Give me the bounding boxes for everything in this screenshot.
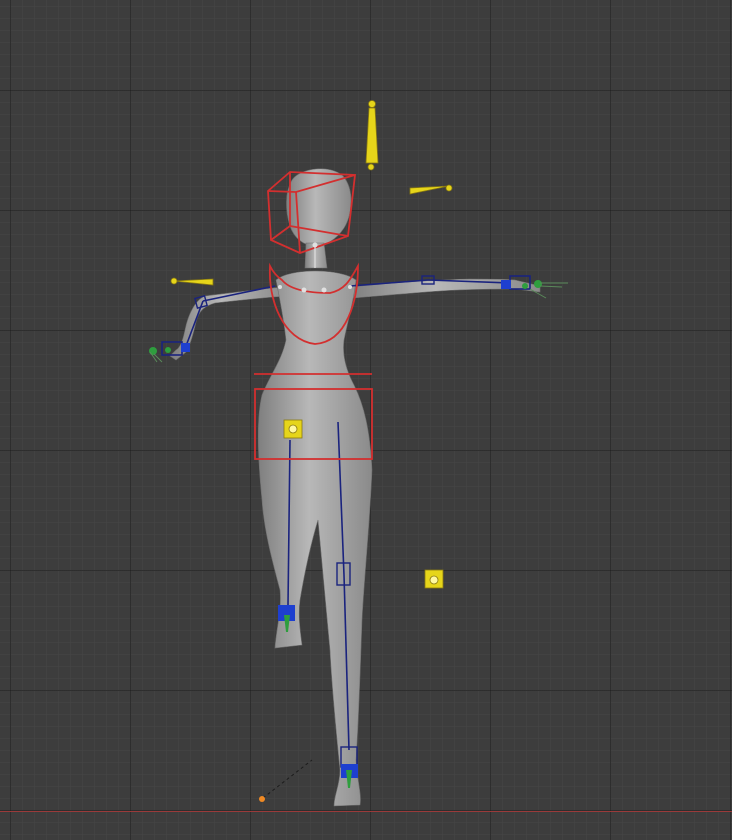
knee-target-left[interactable] [283,419,303,439]
pole-target-right-arm[interactable] [409,184,453,195]
finger-left-control-2[interactable] [165,347,171,353]
finger-left-control[interactable] [149,347,157,355]
rig-scene[interactable] [0,0,732,840]
finger-right-control[interactable] [534,280,542,288]
finger-right-control-2[interactable] [522,283,528,289]
mesh-body [257,270,373,807]
hand-left-ik-core[interactable] [181,343,190,352]
hand-right-ik-core[interactable] [501,280,511,289]
origin-dashed-line [262,759,313,799]
knee-target-right[interactable] [424,569,444,589]
pole-target-icon[interactable] [365,100,379,171]
pole-target-left-arm[interactable] [170,277,214,286]
origin-marker-icon[interactable] [259,796,265,802]
3d-viewport[interactable] [0,0,732,840]
character-mesh[interactable] [169,168,541,807]
